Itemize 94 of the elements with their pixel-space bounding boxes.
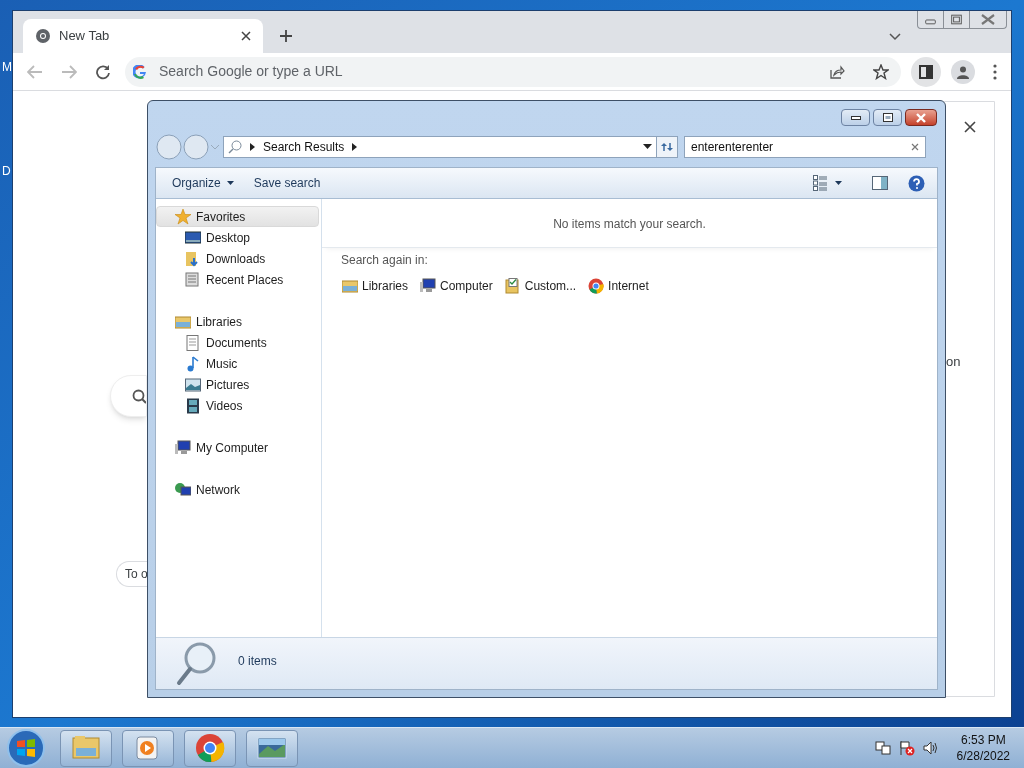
share-icon[interactable] [829,63,845,80]
speaker-icon[interactable] [922,740,939,756]
breadcrumb-arrow-icon[interactable] [352,142,358,151]
breadcrumb-item[interactable]: Search Results [263,137,345,156]
library-folder-icon [175,313,191,330]
refresh-icon [660,140,674,153]
minimize-icon [850,114,861,121]
person-icon [956,64,970,79]
clock-time: 6:53 PM [960,732,1006,748]
star-icon[interactable] [873,63,889,80]
profile-avatar[interactable] [951,59,975,84]
caret-icon[interactable] [835,181,842,185]
browser-tab[interactable]: New Tab [23,19,263,53]
close-button[interactable] [905,109,937,126]
film-icon [185,397,201,414]
picture-icon [185,376,201,393]
dropdown-caret-icon[interactable] [643,144,652,149]
desktop-icon-label[interactable]: M [2,58,12,76]
document-icon [185,334,201,351]
restore-icon [882,113,893,122]
network-icon[interactable] [874,740,891,756]
computer-icon [420,278,437,294]
side-panel-button[interactable] [911,56,941,87]
computer-icon [175,439,191,456]
menu-icon[interactable] [993,63,997,80]
chrome-icon [35,28,51,44]
clock-date: 6/28/2022 [956,748,1010,764]
no-results-message: No items match your search. [553,216,706,233]
search-location-link[interactable]: Computer [420,275,493,297]
folder-check-icon [504,278,521,294]
chrome-icon [194,732,226,764]
plus-icon[interactable] [279,29,293,43]
search-again-label: Search again in: [341,252,429,269]
minimize-button[interactable] [841,109,870,126]
nav-item[interactable]: My Computer [156,437,319,458]
nav-item[interactable]: Libraries [156,311,319,332]
search-location-link[interactable]: Libraries [342,275,409,297]
close-icon[interactable] [964,121,976,133]
nav-item[interactable]: Desktop [156,227,319,248]
help-icon[interactable] [908,174,925,192]
monitor-icon [185,229,201,246]
breadcrumb-arrow-icon[interactable] [250,142,255,151]
address-placeholder: Search Google or type a URL [159,62,344,81]
nav-item[interactable]: Favorites [156,206,319,227]
start-orb-icon[interactable] [6,728,46,768]
flag-warning-icon[interactable] [898,740,915,756]
chrome-icon [588,278,605,294]
address-bar[interactable]: Search Google or type a URL [125,56,901,87]
search-icon [132,389,146,405]
chip-label: To o [125,566,148,583]
toolbar-button[interactable]: Save search [247,171,327,195]
nav-item[interactable]: Music [156,353,319,374]
network-icon [175,481,191,498]
chevron-down-icon[interactable] [889,33,901,41]
refresh-button[interactable] [656,135,678,158]
search-box[interactable] [110,375,147,417]
search-location-link[interactable]: Internet [588,275,649,297]
clock[interactable]: 6:53 PM 6/28/2022 [956,732,1010,764]
side-panel-icon [919,64,933,79]
nav-item[interactable]: Pictures [156,374,319,395]
shortcut-chip[interactable]: To o [116,561,147,587]
maximize-button[interactable] [873,109,902,126]
reload-icon[interactable] [95,63,111,80]
search-value: enterenterenter [691,138,775,156]
nav-item[interactable]: Network [156,479,319,500]
download-folder-icon [185,250,201,267]
close-icon[interactable] [241,31,251,41]
item-count: 0 items [238,653,277,670]
desktop-icon-label[interactable]: D [2,162,11,180]
google-icon [133,64,147,79]
tab-title: New Tab [59,27,111,46]
library-folder-icon [342,278,358,294]
magnifier-icon [176,642,218,686]
caret-icon [226,181,234,185]
view-list-icon[interactable] [813,175,827,191]
recent-places-icon [185,271,201,288]
search-location-link[interactable]: Custom... [504,275,577,297]
music-note-icon [185,355,201,372]
taskbar-app-button[interactable] [246,729,298,767]
address-bar[interactable]: Search Results [223,135,657,158]
nav-item[interactable]: Downloads [156,248,319,269]
search-field[interactable]: enterenterenter [684,135,926,158]
nav-item[interactable]: Documents [156,332,319,353]
toolbar-button[interactable]: Organize [166,171,240,195]
nav-item[interactable]: Recent Places [156,269,319,290]
taskbar-app-button[interactable] [184,729,236,767]
nav-item[interactable]: Videos [156,395,319,416]
close-icon [915,112,927,123]
preview-pane-icon[interactable] [872,176,888,190]
taskbar-app-button[interactable] [122,729,174,767]
search-icon [228,139,242,154]
star-icon [175,208,191,225]
side-panel-text: on [946,353,961,371]
clear-icon[interactable] [911,142,919,151]
